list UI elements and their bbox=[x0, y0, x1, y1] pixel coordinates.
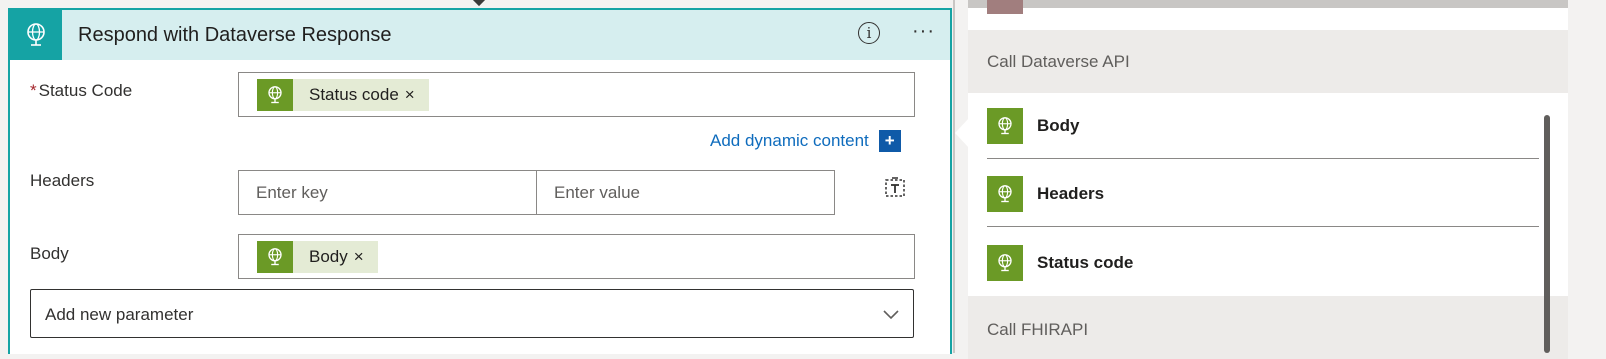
group-title: Call FHIRAPI bbox=[987, 320, 1089, 339]
header-key-input[interactable]: Enter key bbox=[238, 170, 537, 215]
dynamic-item-label: Headers bbox=[1037, 183, 1105, 203]
dynamic-content-panel: Call Dataverse API Body Headers Status c… bbox=[968, 0, 1568, 359]
group-header-call-fhirapi[interactable]: Call FHIRAPI bbox=[968, 296, 1568, 359]
add-new-parameter-dropdown[interactable]: Add new parameter bbox=[30, 289, 914, 338]
previous-item-strip bbox=[968, 0, 1568, 8]
status-code-token[interactable]: Status code × bbox=[257, 79, 429, 111]
status-code-label-text: Status Code bbox=[38, 81, 133, 100]
scrollbar-thumb[interactable] bbox=[1544, 115, 1550, 353]
action-title: Respond with Dataverse Response bbox=[78, 24, 392, 46]
flow-connector-arrow bbox=[472, 0, 486, 8]
header-value-input[interactable]: Enter value bbox=[536, 170, 835, 215]
group-header-call-dataverse-api[interactable]: Call Dataverse API bbox=[968, 30, 1568, 93]
remove-token-icon[interactable]: × bbox=[354, 247, 378, 267]
remove-token-icon[interactable]: × bbox=[405, 85, 429, 105]
chevron-down-icon bbox=[881, 304, 901, 329]
action-card-header[interactable]: Respond with Dataverse Response i ··· bbox=[10, 10, 950, 60]
globe-icon bbox=[987, 245, 1023, 281]
add-dynamic-content-label: Add dynamic content bbox=[710, 131, 869, 150]
body-input[interactable]: Body × bbox=[238, 234, 915, 279]
add-new-parameter-label: Add new parameter bbox=[45, 305, 194, 324]
status-code-token-label: Status code bbox=[309, 85, 399, 104]
previous-item-icon bbox=[987, 0, 1023, 14]
action-card: Respond with Dataverse Response i ··· * S… bbox=[8, 8, 952, 354]
dynamic-item-label: Body bbox=[1037, 115, 1080, 135]
globe-icon bbox=[257, 241, 293, 273]
dynamic-item-status-code[interactable]: Status code bbox=[987, 230, 1539, 296]
group-title: Call Dataverse API bbox=[987, 52, 1130, 71]
pane-divider bbox=[953, 0, 955, 353]
body-label: Body bbox=[30, 244, 69, 263]
add-dynamic-content-link[interactable]: Add dynamic content + bbox=[710, 130, 901, 152]
panel-pointer bbox=[955, 118, 969, 148]
info-icon[interactable]: i bbox=[858, 22, 880, 44]
dynamic-item-headers[interactable]: Headers bbox=[987, 161, 1539, 227]
dynamic-item-body[interactable]: Body bbox=[987, 93, 1539, 159]
switch-to-text-mode-icon[interactable] bbox=[883, 176, 907, 205]
globe-icon bbox=[10, 10, 62, 60]
globe-icon bbox=[987, 175, 1023, 212]
add-icon[interactable]: + bbox=[878, 130, 901, 152]
status-code-input[interactable]: Status code × bbox=[238, 72, 915, 117]
headers-label: Headers bbox=[30, 171, 95, 190]
scrollbar-track bbox=[1578, 0, 1606, 353]
globe-icon bbox=[987, 107, 1023, 144]
body-token-label: Body bbox=[309, 247, 348, 266]
more-options-icon[interactable]: ··· bbox=[912, 20, 935, 43]
required-marker: * bbox=[30, 81, 37, 100]
dynamic-item-label: Status code bbox=[1037, 253, 1134, 272]
body-token[interactable]: Body × bbox=[257, 241, 378, 273]
globe-icon bbox=[257, 79, 293, 111]
status-code-label: * Status Code bbox=[30, 81, 132, 101]
